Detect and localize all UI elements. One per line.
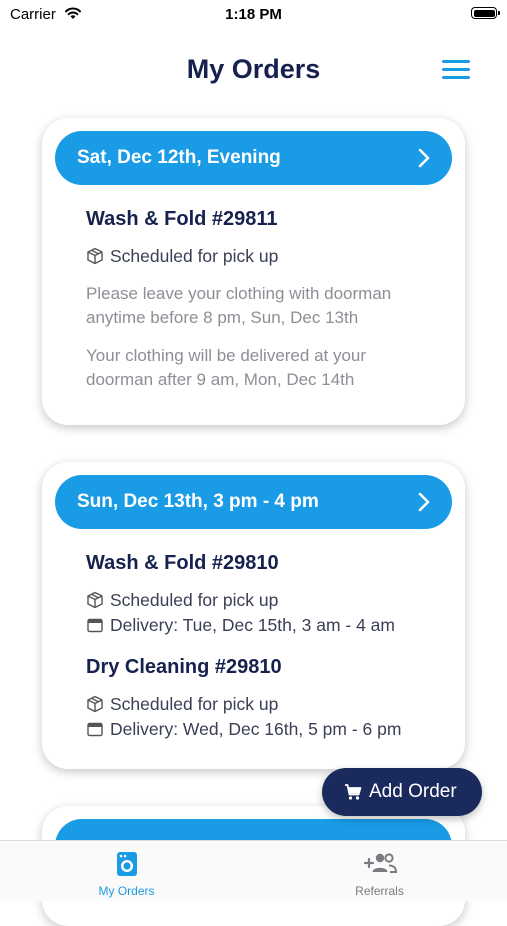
calendar-icon	[87, 618, 103, 633]
hamburger-menu-icon[interactable]	[442, 60, 470, 80]
tab-my-orders[interactable]: My Orders	[0, 841, 253, 901]
package-icon	[87, 247, 103, 265]
delivery-note: Your clothing will be delivered at your …	[86, 346, 367, 389]
order-card: Sat, Dec 12th, Evening Wash & Fold #2981…	[42, 118, 465, 425]
washing-machine-icon	[116, 852, 137, 876]
battery-icon	[471, 7, 500, 19]
chevron-right-icon	[418, 148, 430, 168]
calendar-icon	[87, 722, 103, 737]
add-order-button[interactable]: Add Order	[322, 768, 482, 816]
package-icon	[87, 591, 103, 609]
order-delivery-row: Delivery: Wed, Dec 16th, 5 pm - 6 pm	[86, 718, 401, 740]
order-date-header[interactable]: Sat, Dec 12th, Evening	[55, 131, 452, 185]
package-icon	[87, 695, 103, 713]
order-status-row: Scheduled for pick up	[86, 245, 278, 267]
order-status-text: Scheduled for pick up	[110, 693, 279, 714]
order-status-text: Scheduled for pick up	[110, 245, 279, 266]
tab-label: My Orders	[98, 884, 155, 898]
cart-icon	[345, 784, 362, 800]
order-date-header[interactable]: Sun, Dec 13th, 3 pm - 4 pm	[55, 475, 452, 529]
pickup-note: Please leave your clothing with doorman …	[86, 284, 392, 327]
order-status-row: Scheduled for pick up	[86, 693, 278, 715]
order-delivery-text: Delivery: Wed, Dec 16th, 5 pm - 6 pm	[110, 718, 402, 739]
order-item-title: Dry Cleaning #29810	[86, 656, 282, 678]
tab-referrals[interactable]: Referrals	[253, 841, 506, 901]
chevron-right-icon	[418, 492, 430, 512]
clock: 1:18 PM	[225, 6, 282, 23]
order-delivery-row: Delivery: Tue, Dec 15th, 3 am - 4 am	[86, 614, 395, 636]
order-date-label: Sat, Dec 12th, Evening	[77, 147, 281, 168]
add-people-icon	[363, 853, 397, 873]
tab-label: Referrals	[355, 884, 404, 898]
order-status-row: Scheduled for pick up	[86, 589, 278, 611]
order-item-title: Wash & Fold #29810	[86, 552, 279, 574]
order-date-label: Sun, Dec 13th, 3 pm - 4 pm	[77, 491, 319, 512]
order-status-text: Scheduled for pick up	[110, 589, 279, 610]
order-item-title: Wash & Fold #29811	[86, 208, 278, 230]
order-card: Sun, Dec 13th, 3 pm - 4 pm Wash & Fold #…	[42, 462, 465, 769]
header: My Orders	[0, 50, 507, 90]
status-bar: Carrier 1:18 PM	[0, 0, 507, 30]
order-delivery-text: Delivery: Tue, Dec 15th, 3 am - 4 am	[110, 614, 395, 635]
add-order-label: Add Order	[369, 781, 457, 802]
page-title: My Orders	[186, 54, 321, 84]
tab-bar: My Orders Referrals	[0, 840, 507, 901]
